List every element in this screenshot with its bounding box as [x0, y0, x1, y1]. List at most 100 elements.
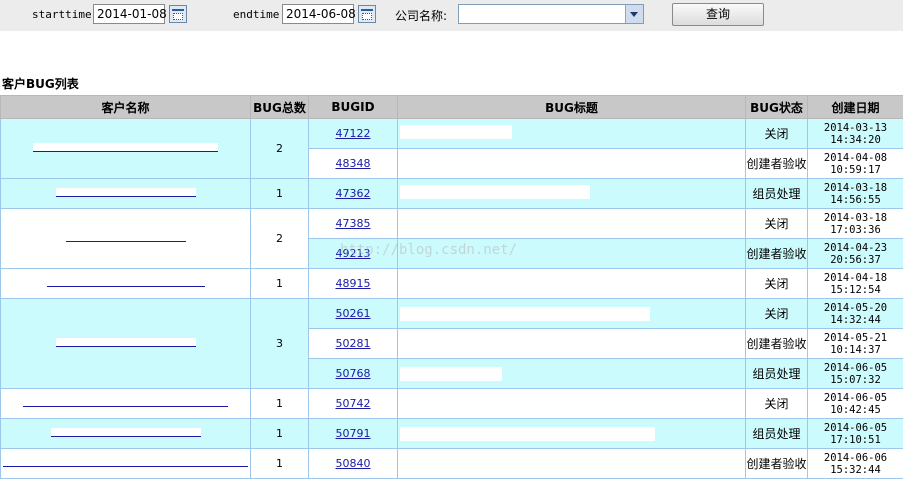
- table-row: 1 50742 关闭 2014-06-05 10:42:45: [0, 388, 903, 419]
- created-date-cell: 2014-06-06 15:32:44: [807, 448, 903, 479]
- bug-id-link[interactable]: 50742: [336, 397, 371, 410]
- time-text: 10:14:37: [830, 343, 881, 356]
- bug-count-cell: 3: [250, 298, 309, 389]
- created-date-cell: 2014-06-05 17:10:51: [807, 418, 903, 449]
- query-button[interactable]: 查询: [672, 3, 764, 26]
- customer-link[interactable]: [55, 188, 196, 197]
- bug-title-cell: [397, 268, 746, 299]
- bug-count-cell: 1: [250, 178, 309, 209]
- bug-status-cell: 创建者验收: [745, 328, 808, 359]
- created-date-cell: 2014-04-18 15:12:54: [807, 268, 903, 299]
- customer-link[interactable]: [50, 428, 201, 437]
- bug-title-cell: [397, 418, 746, 449]
- date-text: 2014-06-05: [823, 361, 888, 374]
- watermark: http://blog.csdn.net/: [340, 242, 518, 258]
- bug-status-cell: 关闭: [745, 388, 808, 419]
- bug-id-link[interactable]: 48348: [336, 157, 371, 170]
- bug-id-cell: 50840: [308, 448, 398, 479]
- date-text: 2014-06-06: [823, 451, 888, 464]
- bug-title-cell: [397, 208, 746, 239]
- created-date-cell: 2014-04-23 20:56:37: [807, 238, 903, 269]
- customer-name-cell: [0, 388, 251, 419]
- time-text: 20:56:37: [830, 253, 881, 266]
- bug-status-cell: 关闭: [745, 298, 808, 329]
- bug-id-cell: 48348: [308, 148, 398, 179]
- bug-id-link[interactable]: 47362: [336, 187, 371, 200]
- section-title: 客户BUG列表: [2, 77, 79, 91]
- calendar-icon[interactable]: [358, 5, 376, 23]
- end-date-field[interactable]: [282, 4, 358, 24]
- table-row: 1 47362 组员处理 2014-03-18 14:56:55: [0, 178, 903, 209]
- bug-count-cell: 1: [250, 448, 309, 479]
- bug-title-cell: [397, 298, 746, 329]
- created-date-cell: 2014-04-08 10:59:17: [807, 148, 903, 179]
- bug-status-cell: 关闭: [745, 208, 808, 239]
- bug-count-cell: 2: [250, 208, 309, 269]
- customer-name-cell: [0, 298, 251, 389]
- header-customer-name: 客户名称: [0, 95, 251, 119]
- customer-link[interactable]: [55, 338, 196, 347]
- time-text: 14:56:55: [830, 193, 881, 206]
- date-text: 2014-04-23: [823, 241, 888, 254]
- table-row: 1 48915 关闭 2014-04-18 15:12:54: [0, 268, 903, 299]
- company-select[interactable]: [458, 4, 644, 24]
- bug-id-cell: 50791: [308, 418, 398, 449]
- bug-id-link[interactable]: 50261: [336, 307, 371, 320]
- bug-id-link[interactable]: 50281: [336, 337, 371, 350]
- bug-title-cell: [397, 118, 746, 149]
- created-date-cell: 2014-03-18 14:56:55: [807, 178, 903, 209]
- table-header-row: 客户名称 BUG总数 BUGID BUG标题 BUG状态 创建日期: [0, 95, 903, 119]
- bug-id-link[interactable]: 48915: [336, 277, 371, 290]
- customer-link[interactable]: [3, 458, 248, 467]
- customer-link[interactable]: [46, 278, 205, 287]
- bug-status-cell: 组员处理: [745, 178, 808, 209]
- bug-title-cell: [397, 388, 746, 419]
- bug-id-cell: 50261: [308, 298, 398, 329]
- table-row: 1 50840 创建者验收 2014-06-06 15:32:44: [0, 448, 903, 479]
- time-text: 15:12:54: [830, 283, 881, 296]
- customer-link[interactable]: [33, 143, 218, 152]
- bug-status-cell: 创建者验收: [745, 448, 808, 479]
- bug-id-cell: 50281: [308, 328, 398, 359]
- bug-id-link[interactable]: 47122: [336, 127, 371, 140]
- bug-id-link[interactable]: 50840: [336, 457, 371, 470]
- company-name-label: 公司名称:: [395, 9, 448, 23]
- bug-count-cell: 2: [250, 118, 309, 179]
- bug-id-link[interactable]: 47385: [336, 217, 371, 230]
- created-date-cell: 2014-05-21 10:14:37: [807, 328, 903, 359]
- bug-count-cell: 1: [250, 418, 309, 449]
- bug-status-cell: 关闭: [745, 118, 808, 149]
- time-text: 10:59:17: [830, 163, 881, 176]
- customer-name-cell: [0, 118, 251, 179]
- customer-name-cell: [0, 208, 251, 269]
- customer-name-cell: [0, 448, 251, 479]
- bug-count-cell: 1: [250, 268, 309, 299]
- redacted-title: [400, 215, 478, 229]
- redacted-title: [400, 456, 605, 470]
- date-text: 2014-05-21: [823, 331, 888, 344]
- date-text: 2014-03-18: [823, 211, 888, 224]
- header-bug-id: BUGID: [308, 95, 398, 119]
- bug-table: 客户名称 BUG总数 BUGID BUG标题 BUG状态 创建日期 2 4712…: [0, 95, 903, 479]
- start-date-field[interactable]: [93, 4, 169, 24]
- table-row: 3 50261 关闭 2014-05-20 14:32:44: [0, 298, 903, 389]
- redacted-title: [400, 307, 650, 321]
- redacted-title: [400, 427, 655, 441]
- start-date-input[interactable]: [94, 5, 169, 23]
- bug-title-cell: [397, 448, 746, 479]
- calendar-icon[interactable]: [169, 5, 187, 23]
- date-text: 2014-04-18: [823, 271, 888, 284]
- created-date-cell: 2014-03-13 14:34:20: [807, 118, 903, 149]
- table-row: 2 47122 关闭 2014-03-13 14:34:20: [0, 118, 903, 179]
- bug-title-cell: [397, 178, 746, 209]
- created-date-cell: 2014-06-05 15:07:32: [807, 358, 903, 389]
- chevron-down-icon[interactable]: [625, 5, 643, 23]
- bug-id-cell: 47362: [308, 178, 398, 209]
- bug-id-link[interactable]: 50791: [336, 427, 371, 440]
- bug-id-link[interactable]: 50768: [336, 367, 371, 380]
- customer-link[interactable]: [23, 398, 228, 407]
- end-date-input[interactable]: [283, 5, 358, 23]
- bug-count-cell: 1: [250, 388, 309, 419]
- redacted-title: [400, 367, 502, 381]
- customer-link[interactable]: [65, 233, 186, 242]
